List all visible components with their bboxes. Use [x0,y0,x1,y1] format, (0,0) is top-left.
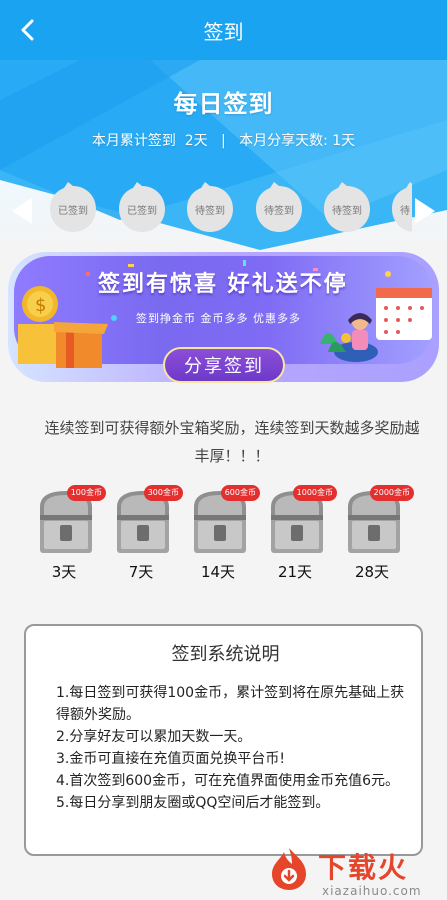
rules-item: 1.每日签到可获得100金币，累计签到将在原先基础上获得额外奖励。 [56,685,405,723]
streak-intro: 连续签到可获得额外宝箱奖励，连续签到天数越多奖励越丰厚！！！ [44,419,420,465]
day-badge[interactable]: 已签到 [46,182,100,236]
reward-chest[interactable]: 1000金币 21天 [265,485,337,581]
rules-title: 签到系统说明 [171,644,280,665]
day-badge-label: 待 [400,205,410,217]
page-title: 签到 [203,19,244,44]
reward-chest[interactable]: 2000金币 28天 [342,485,414,581]
triangle-right-icon [415,198,435,224]
day-badge-label: 待签到 [264,205,294,217]
reward-chests: 100金币 3天 300金币 7天 600金币 14天 1000金币 21天 2… [30,485,430,585]
day-badge-label: 已签到 [127,205,157,217]
rules-item: 3.金币可直接在充值页面兑换平台币! [56,751,285,767]
chest-days-label: 28天 [354,563,390,581]
back-button[interactable] [12,12,44,48]
day-badge[interactable]: 待签到 [320,182,374,236]
hero-title: 每日签到 [173,90,274,118]
chest-days-label: 14天 [200,563,236,581]
chest-days-label: 3天 [51,563,77,581]
flame-logo-icon [272,848,306,890]
day-badge[interactable]: 待 [388,182,412,236]
rules-item: 2.分享好友可以累加天数一天。 [56,729,252,745]
rules-item: 4.首次签到600金币，可在充值界面使用金币充值6元。 [56,773,399,789]
rules-panel: 签到系统说明 1.每日签到可获得100金币，累计签到将在原先基础上获得额外奖励。… [24,624,423,856]
chest-reward-badge: 2000金币 [369,485,414,501]
banner-headline: 签到有惊喜 好礼送不停 [98,272,348,297]
day-badge[interactable]: 已签到 [115,182,169,236]
chest-reward-badge: 1000金币 [292,485,337,501]
chest-days-label: 7天 [128,563,154,581]
days-carousel: 已签到 已签到 待签到 待签到 待签到 待 [0,182,447,242]
day-badge-label: 待签到 [195,205,225,217]
day-badge[interactable]: 待签到 [252,182,306,236]
top-bar: 签到 [0,0,447,60]
triangle-left-icon [12,198,32,224]
watermark-name: 下载火 [318,851,409,884]
watermark: 下载火 xiazaihuo.com [266,846,442,898]
reward-chest[interactable]: 100金币 3天 [34,485,106,581]
sign-stats: 本月累计签到 2天 | 本月分享天数: 1天 [91,133,356,149]
chest-reward-badge: 600金币 [220,485,260,501]
reward-chest[interactable]: 600金币 14天 [188,485,260,581]
carousel-prev-button[interactable] [10,196,34,226]
rules-list: 1.每日签到可获得100金币，累计签到将在原先基础上获得额外奖励。 2.分享好友… [56,682,406,814]
day-badge-label: 已签到 [58,205,88,217]
chest-reward-badge: 100金币 [66,485,106,501]
day-badge-label: 待签到 [332,205,362,217]
day-badge[interactable]: 待签到 [183,182,237,236]
banner-subtitle: 签到挣金币 金币多多 优惠多多 [136,312,301,325]
rules-item: 5.每日分享到朋友圈或QQ空间后才能签到。 [56,795,330,811]
carousel-next-button[interactable] [413,196,437,226]
chevron-left-icon [21,19,34,41]
svg-text:$: $ [35,295,46,316]
chest-days-label: 21天 [277,563,313,581]
watermark-url: xiazaihuo.com [322,884,422,898]
chest-reward-badge: 300金币 [143,485,183,501]
share-sign-button[interactable]: 分享签到 [163,347,285,383]
reward-chest[interactable]: 300金币 7天 [111,485,183,581]
